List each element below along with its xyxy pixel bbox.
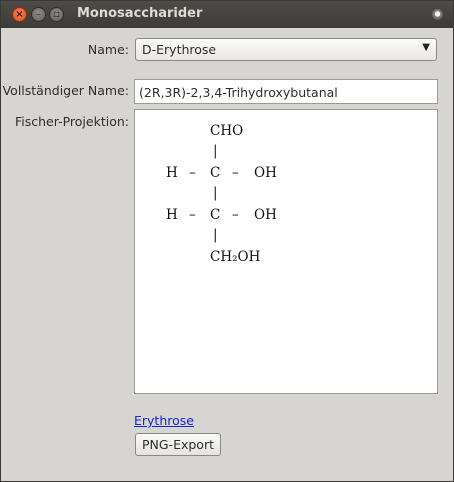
fischer-row-1-right: OH — [254, 165, 277, 181]
form-panel: Name: D-Erythrose ▼ Vollständiger Name: … — [1, 28, 453, 481]
name-label: Name: — [87, 42, 129, 57]
minimize-icon[interactable]: – — [31, 7, 46, 22]
fischer-label: Fischer-Projektion: — [15, 114, 129, 129]
fischer-row-1-left: H — [166, 165, 178, 181]
erythrose-link[interactable]: Erythrose — [134, 413, 194, 428]
maximize-icon[interactable]: ▫ — [49, 7, 64, 22]
fischer-row-2-dash-left: – — [189, 207, 196, 223]
name-dropdown-value: D-Erythrose — [142, 42, 217, 57]
chevron-down-icon: ▼ — [422, 42, 430, 53]
main-window: × – ▫ Monosaccharider Name: D-Erythrose … — [0, 0, 454, 482]
fischer-row-2-center: C — [210, 207, 221, 223]
fischer-row-2-left: H — [166, 207, 178, 223]
fischer-row-1-center: C — [210, 165, 221, 181]
window-title: Monosaccharider — [77, 6, 203, 21]
fischer-row-2-right: OH — [254, 207, 277, 223]
fischer-row-1-dash-left: – — [189, 165, 196, 181]
fischer-row-2-dash-right: – — [232, 207, 239, 223]
fischer-bottom-group: CH₂OH — [210, 249, 261, 265]
fischer-bond: | — [213, 185, 218, 201]
fischer-projection-area: CHO | H – C – OH | H – C – OH | CH₂OH — [134, 109, 438, 394]
png-export-button[interactable]: PNG-Export — [135, 433, 221, 456]
fischer-row-1-dash-right: – — [232, 165, 239, 181]
fischer-top-group: CHO — [210, 123, 244, 139]
title-bar: × – ▫ Monosaccharider — [1, 1, 453, 28]
full-name-label: Vollständiger Name: — [2, 83, 129, 98]
fischer-bond: | — [213, 143, 218, 159]
window-menu-icon[interactable] — [432, 9, 443, 20]
fischer-bond: | — [213, 227, 218, 243]
name-dropdown[interactable]: D-Erythrose ▼ — [135, 38, 437, 61]
full-name-field[interactable]: (2R,3R)-2,3,4-Trihydroxybutanal — [134, 79, 438, 104]
close-icon[interactable]: × — [12, 7, 27, 22]
